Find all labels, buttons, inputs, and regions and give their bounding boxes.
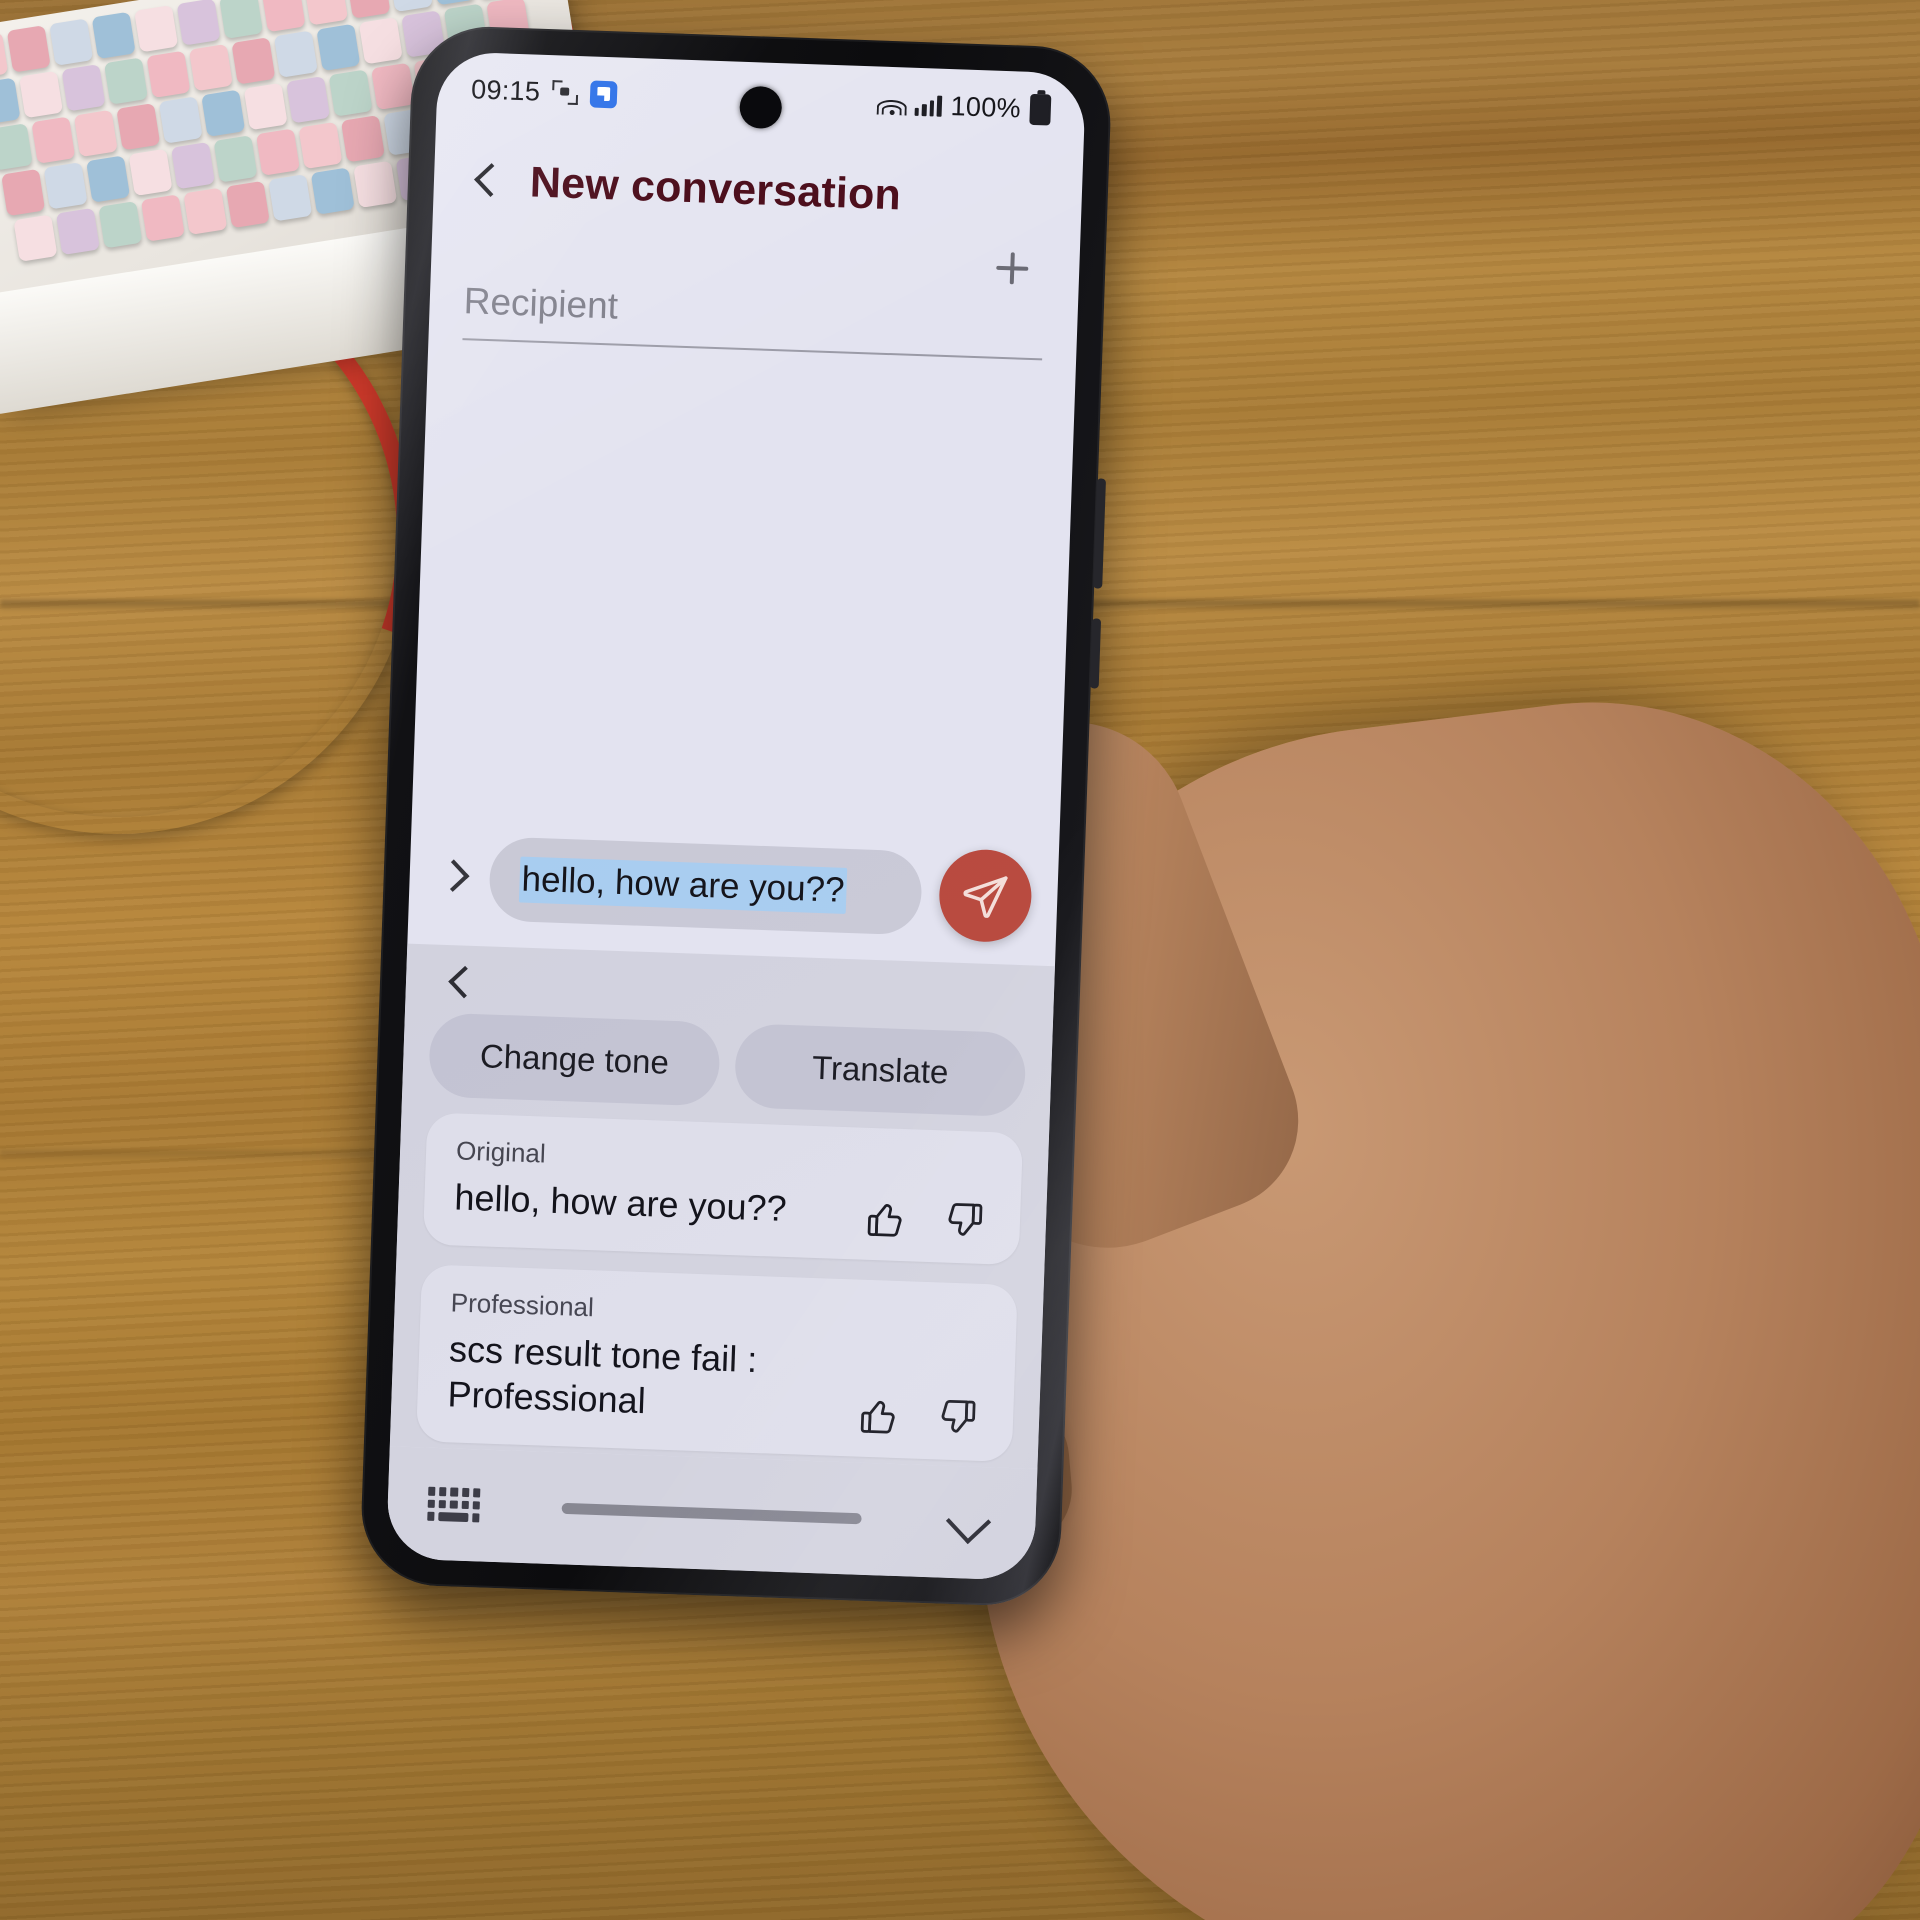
- writing-assist-panel: Change tone Translate Original hello, ho…: [389, 943, 1055, 1469]
- translate-label: Translate: [811, 1048, 950, 1091]
- send-button[interactable]: [937, 848, 1033, 944]
- chevron-left-icon[interactable]: [439, 963, 480, 1004]
- status-bar-right: 100%: [876, 88, 1052, 126]
- page-title: New conversation: [529, 157, 902, 219]
- phone-screen: 09:15 100% New conversation Recipient he…: [385, 51, 1087, 1581]
- recipient-placeholder: Recipient: [463, 280, 619, 327]
- smartphone: 09:15 100% New conversation Recipient he…: [358, 24, 1114, 1608]
- chevron-left-icon[interactable]: [467, 162, 504, 199]
- message-thread-area: [412, 339, 1076, 838]
- thumbs-up-icon[interactable]: [863, 1196, 909, 1242]
- chevron-right-icon[interactable]: [431, 856, 472, 897]
- recipient-section: Recipient: [428, 233, 1079, 362]
- suggestion-card-professional[interactable]: Professional scs result tone fail : Prof…: [415, 1264, 1018, 1463]
- message-input[interactable]: hello, how are you??: [488, 836, 923, 936]
- suggestion-card-original[interactable]: Original hello, how are you??: [422, 1112, 1024, 1266]
- keyboard-icon[interactable]: [427, 1486, 481, 1523]
- status-bar-clock: 09:15: [470, 73, 541, 107]
- card-feedback-actions: [856, 1393, 979, 1441]
- app-bar: New conversation: [432, 125, 1083, 256]
- chevron-down-icon[interactable]: [941, 1495, 997, 1551]
- bottom-bar: [385, 1446, 1038, 1581]
- translate-button[interactable]: Translate: [733, 1023, 1027, 1118]
- change-tone-label: Change tone: [479, 1037, 670, 1081]
- compose-bar: hello, how are you??: [407, 816, 1059, 967]
- cellular-signal-icon: [914, 94, 942, 117]
- home-indicator[interactable]: [561, 1502, 862, 1525]
- screenshot-icon: [552, 80, 579, 105]
- battery-full-icon: [1029, 93, 1052, 126]
- change-tone-button[interactable]: Change tone: [428, 1012, 721, 1107]
- message-input-value: hello, how are you??: [518, 856, 848, 914]
- card-feedback-actions: [863, 1196, 986, 1244]
- messages-app-icon: [589, 79, 618, 108]
- thumbs-down-icon[interactable]: [941, 1198, 987, 1244]
- thumbs-down-icon[interactable]: [934, 1395, 980, 1441]
- send-paper-plane-icon: [963, 876, 1008, 918]
- thumbs-up-icon[interactable]: [856, 1393, 902, 1439]
- wifi-icon: [876, 93, 908, 116]
- status-bar-left: 09:15: [471, 74, 618, 110]
- battery-percent-label: 100%: [950, 90, 1022, 124]
- suggestion-card-list: Original hello, how are you?? Profession…: [390, 1112, 1049, 1469]
